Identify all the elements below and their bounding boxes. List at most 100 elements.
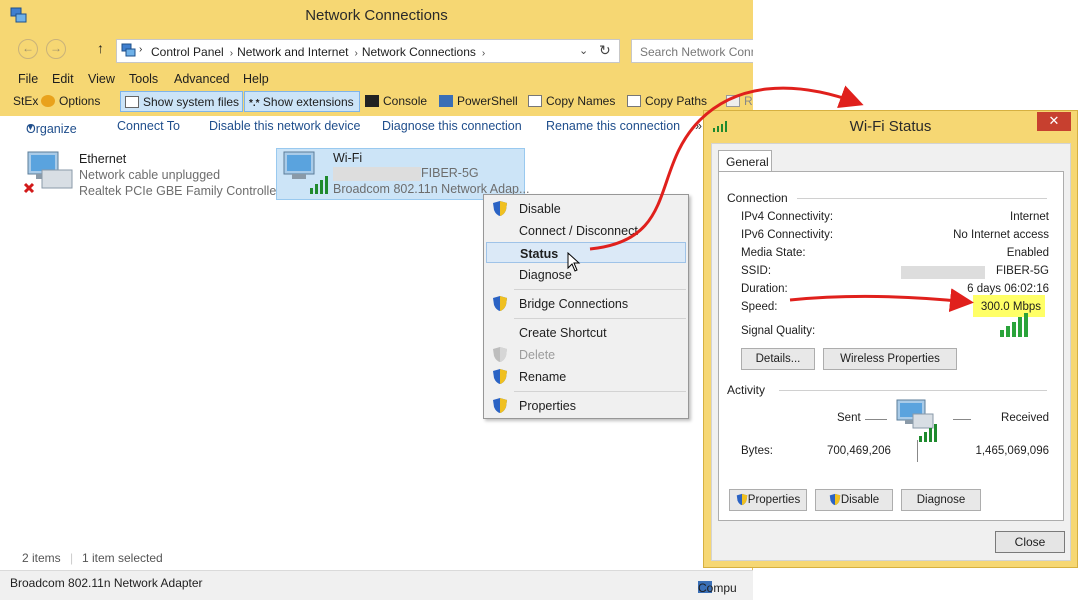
disable-button-label: Disable (840, 494, 880, 506)
search-input[interactable]: Search Network Conn (631, 39, 753, 63)
bytes-label: Bytes: (741, 445, 773, 457)
breadcrumb-network-and-internet[interactable]: Network and Internet (237, 45, 348, 59)
wifi-status-dialog: Wi-Fi Status ✕ General Connection IPv4 C… (703, 110, 1078, 568)
menu-separator (514, 391, 686, 392)
media-state-value: Enabled (1006, 247, 1049, 259)
details-button[interactable]: Details... (741, 348, 815, 370)
wireless-properties-button[interactable]: Wireless Properties (823, 348, 957, 370)
show-extensions-label: Show extensions (262, 95, 354, 109)
network-item-ethernet[interactable]: Ethernet Network cable unplugged Realtek… (22, 150, 280, 200)
refresh-icon[interactable]: ↻ (599, 42, 611, 59)
ipv6-value: No Internet access (953, 229, 1049, 241)
menu-item-properties[interactable]: Properties (486, 395, 686, 416)
copy-paths-icon (627, 95, 641, 107)
menu-help[interactable]: Help (243, 72, 269, 86)
options-button[interactable]: Options (41, 91, 100, 112)
console-button[interactable]: Console (365, 91, 427, 112)
breadcrumb-root-chevron-icon[interactable]: › (139, 44, 142, 55)
close-button[interactable]: Close (995, 531, 1065, 553)
up-arrow-icon[interactable]: ↑ (97, 40, 104, 56)
network-item-wifi[interactable]: Wi-Fi FIBER-5G Broadcom 802.11n Network … (276, 148, 529, 200)
tab-general[interactable]: General (718, 150, 772, 172)
powershell-button[interactable]: PowerShell (439, 91, 518, 112)
stex-label: StEx (13, 94, 39, 108)
bytes-sent-value: 700,469,206 (827, 445, 891, 457)
chevron-right-icon[interactable]: › (230, 48, 233, 59)
diagnose-connection-button[interactable]: Diagnose this connection (382, 119, 522, 133)
folder-icon (726, 95, 740, 107)
explorer-chrome: ← → ↑ › Control Panel › Network and Intern… (0, 32, 753, 116)
file-icon (125, 96, 139, 108)
items-status-bar: 2 items | 1 item selected (0, 548, 753, 568)
menu-item-connect-disconnect[interactable]: Connect / Disconnect (486, 220, 686, 241)
dialog-title: Wi-Fi Status (849, 118, 932, 135)
activity-group-heading: Activity (727, 383, 766, 397)
redacted-ssid (901, 266, 985, 279)
menu-item-create-shortcut[interactable]: Create Shortcut (486, 322, 686, 343)
menu-file[interactable]: File (18, 72, 38, 86)
ethernet-status: Network cable unplugged (79, 168, 221, 182)
show-extensions-button[interactable]: *.* Show extensions (244, 91, 360, 112)
ipv6-label: IPv6 Connectivity: (741, 229, 834, 241)
diagnose-button[interactable]: Diagnose (901, 489, 981, 511)
menu-edit[interactable]: Edit (52, 72, 74, 86)
ethernet-adapter-icon (23, 151, 73, 194)
menu-item-delete-label: Delete (519, 348, 556, 362)
ssid-value: FIBER-5G (995, 265, 1049, 277)
menu-item-connect-label: Connect / Disconnect (519, 224, 638, 238)
properties-button[interactable]: Properties (729, 489, 807, 511)
menu-item-diagnose[interactable]: Diagnose (486, 264, 686, 285)
uac-shield-icon (736, 493, 748, 506)
breadcrumb-control-panel[interactable]: Control Panel (151, 45, 224, 59)
powershell-icon (439, 95, 453, 107)
forward-arrow-icon[interactable]: → (46, 39, 66, 59)
toolbar-overflow-button[interactable]: R (726, 91, 753, 112)
menu-separator (514, 289, 686, 290)
menu-item-delete: Delete (486, 344, 686, 365)
gear-icon (41, 95, 55, 107)
menu-advanced[interactable]: Advanced (174, 72, 230, 86)
menu-separator (514, 318, 686, 319)
uac-shield-icon (493, 296, 507, 311)
menu-view[interactable]: View (88, 72, 115, 86)
menu-item-shortcut-label: Create Shortcut (519, 326, 607, 340)
wifi-ssid: FIBER-5G (421, 166, 479, 180)
address-dropdown-icon[interactable]: ⌄ (579, 44, 588, 57)
bytes-received-value: 1,465,069,096 (975, 445, 1049, 457)
sent-label: Sent (837, 412, 861, 424)
dialog-body: General Connection IPv4 Connectivity: In… (711, 143, 1071, 561)
more-commands-icon[interactable]: » (695, 119, 702, 133)
disable-button[interactable]: Disable (815, 489, 893, 511)
rename-connection-button[interactable]: Rename this connection (546, 119, 680, 133)
breadcrumb-network-connections[interactable]: Network Connections (362, 45, 476, 59)
duration-label: Duration: (741, 283, 788, 295)
chevron-right-icon[interactable]: › (354, 48, 357, 59)
address-bar[interactable]: › Control Panel › Network and Internet › Net… (116, 39, 620, 63)
received-line (953, 419, 971, 420)
connect-to-button[interactable]: Connect To (117, 119, 180, 133)
chevron-right-icon[interactable]: › (482, 48, 485, 59)
close-icon[interactable]: ✕ (1037, 112, 1071, 131)
details-status-bar: Broadcom 802.11n Network Adapter Compu (0, 570, 753, 600)
disable-device-button[interactable]: Disable this network device (209, 119, 360, 133)
menu-bar: File Edit View Tools Advanced Help (0, 70, 753, 88)
menu-item-rename[interactable]: Rename (486, 366, 686, 387)
menu-tools[interactable]: Tools (129, 72, 158, 86)
ssid-label: SSID: (741, 265, 772, 277)
extensions-icon: *.* (249, 98, 260, 109)
window-title: Network Connections (305, 7, 448, 24)
show-system-files-button[interactable]: Show system files (120, 91, 243, 112)
context-menu: Disable Connect / Disconnect Status Diag… (483, 194, 689, 419)
menu-item-disable-label: Disable (519, 202, 561, 216)
uac-shield-icon (493, 398, 507, 413)
menu-item-disable[interactable]: Disable (486, 198, 686, 219)
redacted-ssid (333, 167, 421, 181)
menu-item-bridge-connections[interactable]: Bridge Connections (486, 293, 686, 314)
menu-item-status[interactable]: Status (486, 242, 686, 272)
stex-toolbar: StEx Options Show system files *.* Show … (0, 90, 753, 114)
menu-item-bridge-label: Bridge Connections (519, 297, 629, 311)
copy-names-button[interactable]: Copy Names (528, 91, 615, 112)
network-computer-icon (896, 399, 937, 442)
back-arrow-icon[interactable]: ← (18, 39, 38, 59)
copy-paths-button[interactable]: Copy Paths (627, 91, 707, 112)
